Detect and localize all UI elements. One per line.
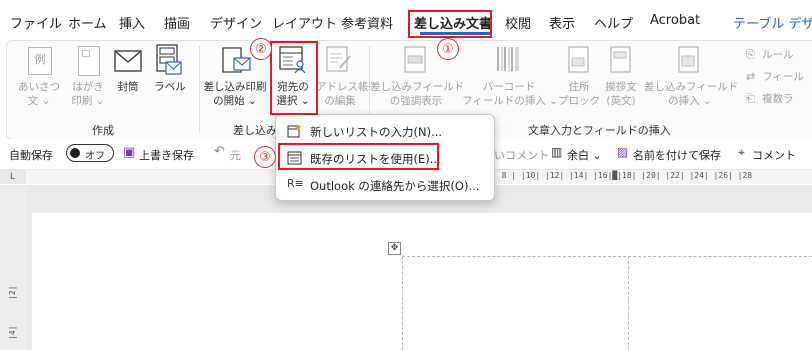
- menu-item-new-list[interactable]: 新しいリストの入力(N)...: [276, 119, 494, 143]
- start-mail-merge-label-2: の開始 ⌄: [213, 95, 257, 107]
- save-icon: ▣: [123, 145, 136, 160]
- tab-help[interactable]: ヘルプ: [594, 13, 633, 32]
- edit-list-label-2: の編集: [324, 95, 356, 107]
- tab-design[interactable]: デザイン: [210, 13, 262, 32]
- table-gridline: [628, 256, 629, 350]
- save-as-button[interactable]: 名前を付けて保存: [633, 147, 721, 163]
- group-label-create: 作成: [92, 124, 114, 137]
- document-page[interactable]: [32, 213, 812, 350]
- margins-button[interactable]: 余白 ⌄: [567, 147, 602, 163]
- greeting-line-label-1: 挨拶文: [605, 81, 637, 93]
- highlight-fields-icon: [404, 46, 426, 73]
- tab-home[interactable]: ホーム: [68, 13, 107, 32]
- autosave-toggle[interactable]: オフ: [66, 144, 114, 162]
- edit-list-label-1: アドレス帳: [316, 81, 369, 93]
- vertical-ruler-mark: |2|: [8, 285, 17, 300]
- start-mail-merge-label-1: 差し込み印刷: [203, 81, 267, 93]
- annotation-step-1: ①: [437, 38, 459, 60]
- outlook-contacts-icon: R≡: [287, 177, 304, 190]
- insert-merge-field-label-2: の挿入 ⌄: [668, 95, 712, 107]
- greeting-line-icon: [610, 46, 631, 73]
- group-label-write-insert-fields: 文章入力とフィールドの挿入: [528, 124, 671, 137]
- barcode-label-2: フィールドの挿入 ⌄: [462, 95, 558, 107]
- tab-draw[interactable]: 描画: [164, 13, 190, 32]
- highlight-fields-label-2: の強調表示: [389, 95, 443, 107]
- table-gridline: [402, 256, 812, 257]
- tab-view[interactable]: 表示: [549, 13, 575, 32]
- address-block-label-1: 住所: [568, 81, 590, 93]
- highlight-fields-label-1: 差し込みフィールド: [370, 81, 465, 93]
- envelope-label: 封筒: [117, 81, 139, 93]
- greeting-card-label-1: あいさつ: [18, 81, 60, 93]
- vertical-ruler-mark: |4|: [8, 325, 17, 340]
- table-move-handle-icon[interactable]: ✥: [388, 242, 401, 255]
- tab-table-design[interactable]: テーブル デザ: [733, 13, 812, 32]
- menu-item-outlook-contacts[interactable]: R≡ Outlook の連絡先から選択(O)...: [276, 173, 494, 197]
- postcard-label-2: 印刷 ⌄: [71, 95, 105, 107]
- labels-icon: [156, 44, 182, 75]
- highlight-use-existing-list: [278, 143, 439, 170]
- insert-merge-field-icon: [678, 46, 699, 73]
- comment-icon: ⌖: [738, 145, 745, 159]
- comment-partial-label: いコメント: [494, 149, 549, 162]
- update-labels-icon: ⎗: [746, 92, 755, 105]
- undo-icon[interactable]: ↶: [214, 144, 225, 159]
- tab-layout[interactable]: レイアウト: [272, 13, 337, 32]
- tab-review[interactable]: 校閲: [505, 13, 531, 32]
- labels-label: ラベル: [154, 81, 186, 93]
- menu-item-label: 新しいリストの入力(N)...: [310, 125, 443, 139]
- menu-item-label: Outlook の連絡先から選択(O)...: [310, 179, 480, 193]
- start-mail-merge-icon: [222, 47, 251, 73]
- postcard-icon: [78, 46, 100, 76]
- rules-label: ルール: [762, 49, 794, 61]
- match-fields-icon: ⇄: [746, 70, 756, 83]
- address-block-icon: [568, 46, 589, 73]
- ribbon-separator: [199, 46, 200, 132]
- edit-list-icon: [326, 46, 351, 72]
- barcode-icon: [497, 47, 519, 71]
- annotation-step-3: ③: [254, 146, 276, 168]
- tab-insert[interactable]: 挿入: [119, 13, 145, 32]
- annotation-step-2: ②: [250, 38, 272, 60]
- tab-file[interactable]: ファイル: [10, 13, 62, 32]
- highlight-select-recipients: [270, 41, 318, 115]
- highlight-mailings-tab: [408, 10, 492, 38]
- match-fields-label: フィール: [762, 71, 804, 83]
- barcode-label-1: バーコード: [482, 81, 536, 93]
- save-as-icon: ▨: [617, 145, 629, 159]
- autosave-label: 自動保存: [9, 149, 53, 162]
- toggle-knob: [70, 148, 80, 158]
- greeting-line-label-2: (英文): [606, 95, 636, 107]
- insert-merge-field-label-1: 差し込みフィールド: [644, 81, 739, 93]
- comment-button[interactable]: コメント: [752, 147, 796, 163]
- save-overwrite-button[interactable]: 上書き保存: [139, 147, 194, 163]
- greeting-card-label-2: 文 ⌄: [27, 95, 51, 107]
- menu-tab-bar: ファイル ホーム 挿入 描画 デザイン レイアウト 参考資料 差し込み文書 校閲…: [0, 0, 812, 40]
- group-label-mail-merge: 差し込み: [233, 124, 277, 137]
- undo-label-partial: 元: [230, 149, 241, 162]
- tab-references[interactable]: 参考資料: [341, 13, 393, 32]
- margins-icon: ▥: [551, 145, 563, 159]
- postcard-label-1: はがき: [72, 81, 104, 93]
- address-block-label-2: ブロック: [558, 95, 600, 107]
- ruler-marks: | 8 | |10| |12| |14| |16|█|18| |20| |22|…: [492, 171, 753, 180]
- tab-stop-marker-icon[interactable]: L: [10, 172, 15, 182]
- tab-acrobat[interactable]: Acrobat: [650, 13, 700, 28]
- rules-icon: ⎘: [746, 48, 755, 61]
- greeting-card-icon: 例: [28, 47, 52, 75]
- autosave-state: オフ: [85, 151, 105, 162]
- update-labels-label: 複数ラ: [762, 93, 794, 105]
- table-gridline: [402, 256, 403, 350]
- new-list-icon: [287, 124, 301, 138]
- envelope-icon: [114, 50, 142, 72]
